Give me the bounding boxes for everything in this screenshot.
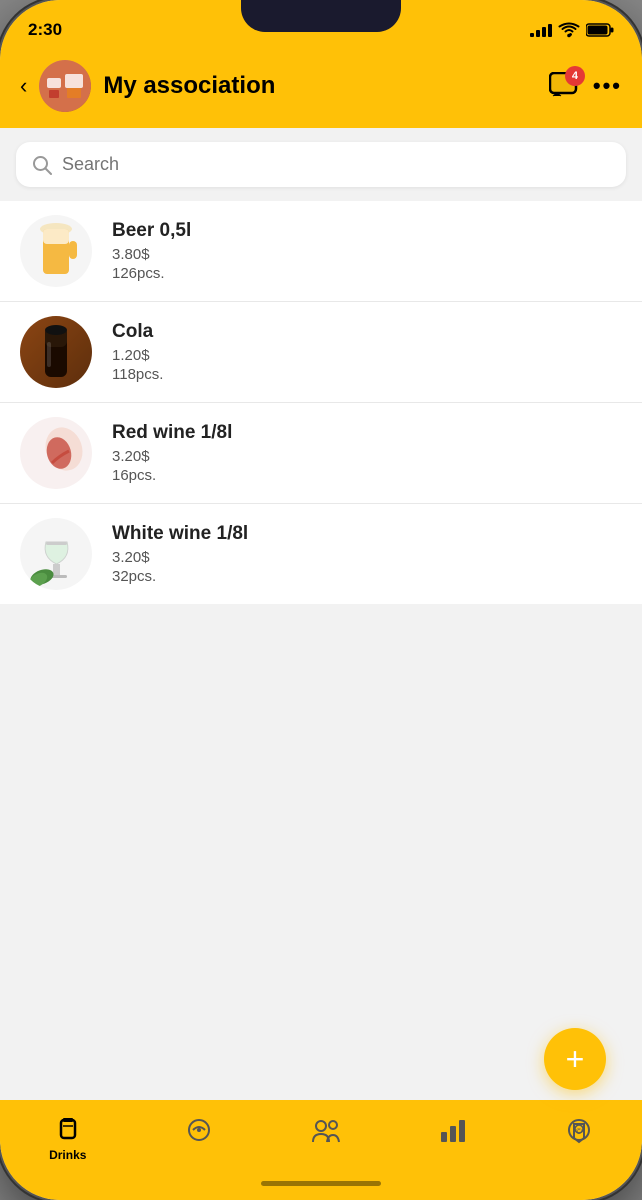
list-item[interactable]: White wine 1/8l 3.20$ 32pcs. — [0, 504, 642, 604]
item-qty: 118pcs. — [112, 366, 622, 383]
item-info-white-wine: White wine 1/8l 3.20$ 32pcs. — [112, 523, 622, 585]
back-button[interactable]: ‹ — [20, 73, 27, 99]
app-header: ‹ My association — [0, 50, 642, 128]
item-qty: 32pcs. — [112, 568, 622, 585]
item-price: 3.20$ — [112, 549, 622, 566]
item-name: White wine 1/8l — [112, 523, 622, 545]
members-nav-icon — [311, 1116, 341, 1144]
item-info-beer: Beer 0,5l 3.80$ 126pcs. — [112, 220, 622, 282]
item-price: 1.20$ — [112, 347, 622, 364]
nav-item-members[interactable] — [301, 1112, 351, 1152]
item-info-cola: Cola 1.20$ 118pcs. — [112, 321, 622, 383]
status-bar: 2:30 — [0, 0, 642, 50]
item-qty: 16pcs. — [112, 467, 622, 484]
item-price: 3.80$ — [112, 246, 622, 263]
nav-item-settings[interactable]: © — [555, 1112, 603, 1152]
cola-icon — [31, 322, 81, 382]
avatar — [39, 60, 91, 112]
items-list: Beer 0,5l 3.80$ 126pcs. Cola — [0, 201, 642, 604]
list-item[interactable]: Cola 1.20$ 118pcs. — [0, 302, 642, 403]
signal-icon — [530, 24, 552, 37]
add-button[interactable]: + — [544, 1028, 606, 1090]
content-area — [0, 604, 642, 1004]
header-actions: 4 ••• — [549, 72, 622, 100]
stats-nav-icon — [439, 1116, 467, 1144]
page-title: My association — [103, 72, 537, 100]
item-image-cola — [20, 316, 92, 388]
search-bar[interactable] — [16, 142, 626, 187]
svg-text:©: © — [576, 1127, 582, 1136]
white-wine-icon — [24, 522, 89, 587]
settings-nav-icon: © — [565, 1116, 593, 1144]
notification-badge: 4 — [565, 66, 585, 86]
wifi-icon — [558, 22, 580, 38]
item-qty: 126pcs. — [112, 265, 622, 282]
battery-icon — [586, 23, 614, 37]
item-name: Cola — [112, 321, 622, 343]
beer-icon — [31, 219, 81, 284]
phone-shell: 2:30 — [0, 0, 642, 1200]
nav-label-drinks: Drinks — [49, 1148, 86, 1162]
item-info-red-wine: Red wine 1/8l 3.20$ 16pcs. — [112, 422, 622, 484]
list-item[interactable]: Red wine 1/8l 3.20$ 16pcs. — [0, 403, 642, 504]
search-icon — [32, 155, 52, 175]
item-image-beer — [20, 215, 92, 287]
status-time: 2:30 — [28, 20, 62, 40]
nav-item-drinks[interactable]: Drinks — [39, 1112, 96, 1166]
drinks-nav-icon — [54, 1116, 82, 1144]
item-image-red-wine — [20, 417, 92, 489]
list-item[interactable]: Beer 0,5l 3.80$ 126pcs. — [0, 201, 642, 302]
item-name: Red wine 1/8l — [112, 422, 622, 444]
red-wine-icon — [24, 421, 89, 486]
nav-item-food[interactable] — [175, 1112, 223, 1152]
item-image-white-wine — [20, 518, 92, 590]
home-indicator — [261, 1181, 381, 1186]
phone-screen: 2:30 — [0, 0, 642, 1200]
item-name: Beer 0,5l — [112, 220, 622, 242]
nav-item-stats[interactable] — [429, 1112, 477, 1152]
item-price: 3.20$ — [112, 448, 622, 465]
notification-button[interactable]: 4 — [549, 72, 579, 100]
food-nav-icon — [185, 1116, 213, 1144]
notch — [241, 0, 401, 32]
more-button[interactable]: ••• — [593, 73, 622, 99]
search-input[interactable] — [62, 154, 610, 175]
status-icons — [530, 22, 614, 38]
avatar-image — [39, 60, 91, 112]
